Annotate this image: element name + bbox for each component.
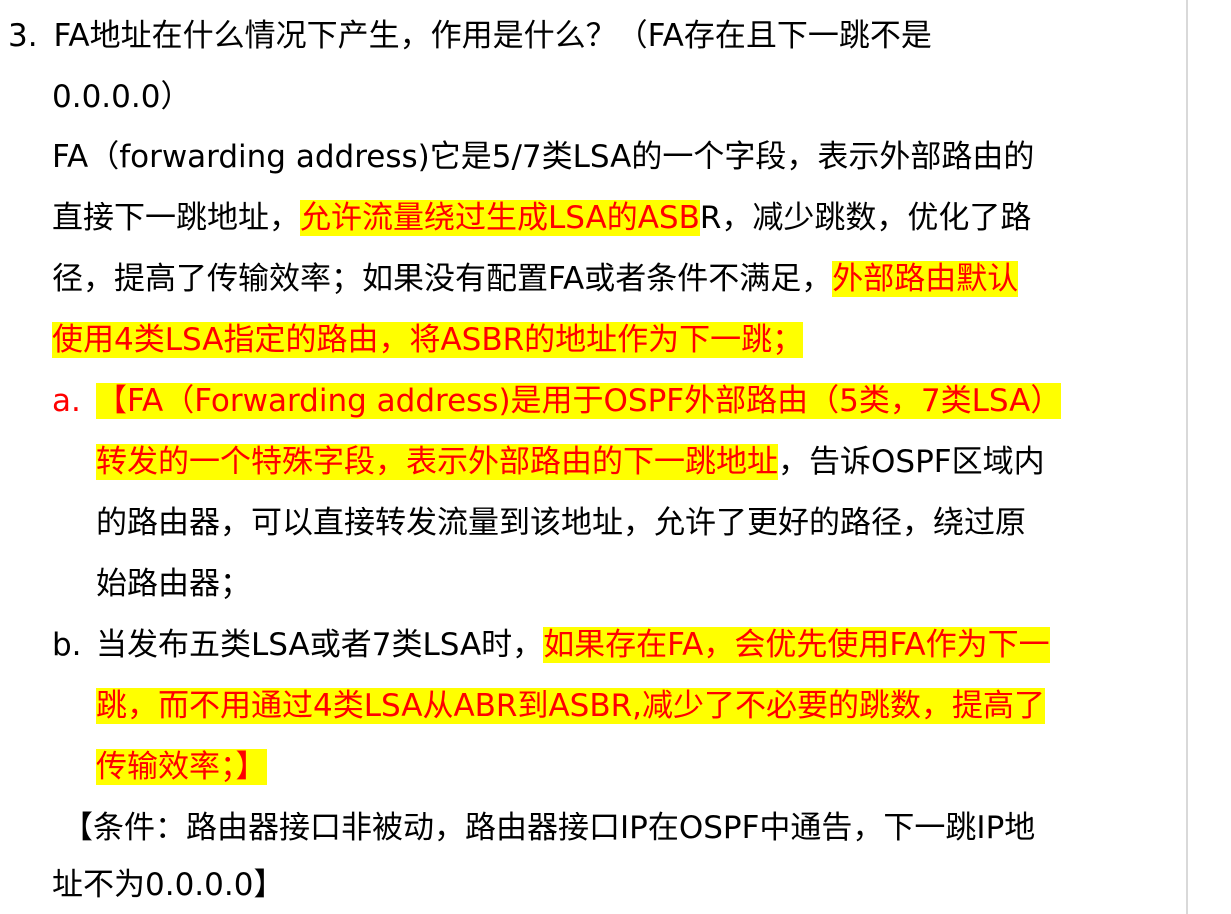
intro-line-1: FA（forwarding address)它是5/7类LSA的一个字段，表示外…: [52, 128, 1034, 186]
item-a-line-3: 的路由器，可以直接转发流量到该地址，允许了更好的路径，绕过原: [96, 494, 1026, 552]
question-number: 3.: [8, 18, 38, 54]
item-b-line-1: 当发布五类LSA或者7类LSA时，如果存在FA，会优先使用FA作为下一: [96, 616, 1050, 674]
item-b-line-2: 跳，而不用通过4类LSA从ABR到ASBR,减少了不必要的跳数，提高了: [96, 677, 1046, 735]
intro-line-3: 径，提高了传输效率；如果没有配置FA或者条件不满足，外部路由默认: [52, 250, 1019, 308]
item-b-line-3: 传输效率；】: [96, 738, 267, 796]
highlighted-text: 跳，而不用通过4类LSA从ABR到ASBR,减少了不必要的跳数，提高了: [96, 688, 1046, 724]
item-b-marker: b.: [52, 616, 82, 674]
condition-text: 【条件：路由器接口非被动，路由器接口IP在OSPF中通告，下一跳IP地: [62, 810, 1036, 846]
item-a-marker: a.: [52, 372, 81, 430]
item-text: 始路由器；: [96, 566, 251, 602]
highlighted-text: 如果存在FA，会优先使用FA作为下一: [543, 627, 1050, 663]
highlighted-text: 外部路由默认: [832, 261, 1019, 297]
item-a-line-2: 转发的一个特殊字段，表示外部路由的下一跳地址，告诉OSPF区域内: [96, 433, 1045, 491]
document-page: 3. FA地址在什么情况下产生，作用是什么？（FA存在且下一跳不是 0.0.0.…: [0, 0, 1231, 914]
highlighted-text: 允许流量绕过生成LSA的ASB: [300, 200, 700, 236]
highlighted-text: 使用4类LSA指定的路由，将ASBR的地址作为下一跳；: [52, 322, 804, 358]
question-line-2: 0.0.0.0）: [52, 68, 191, 126]
list-marker: b.: [52, 627, 82, 663]
condition-line-2: 址不为0.0.0.0】: [52, 856, 284, 914]
highlighted-text: 传输效率；】: [96, 749, 267, 785]
item-text: 当发布五类LSA或者7类LSA时，: [96, 627, 544, 663]
intro-text: 直接下一跳地址，: [52, 200, 300, 236]
intro-line-2: 直接下一跳地址，允许流量绕过生成LSA的ASBR，减少跳数，优化了路: [52, 189, 1031, 247]
item-a-line-4: 始路由器；: [96, 555, 251, 613]
question-text-cont: 0.0.0.0）: [52, 79, 192, 115]
intro-text: 径，提高了传输效率；如果没有配置FA或者条件不满足，: [52, 261, 833, 297]
highlighted-text: 【FA（Forwarding address)是用于OSPF外部路由（5类，7类…: [96, 383, 1062, 419]
condition-line-1: 【条件：路由器接口非被动，路由器接口IP在OSPF中通告，下一跳IP地: [62, 799, 1035, 857]
question-text: FA地址在什么情况下产生，作用是什么？（FA存在且下一跳不是: [53, 18, 932, 54]
list-marker: a.: [52, 383, 81, 419]
question-line-1: 3. FA地址在什么情况下产生，作用是什么？（FA存在且下一跳不是: [8, 7, 932, 65]
item-a-line-1: 【FA（Forwarding address)是用于OSPF外部路由（5类，7类…: [96, 372, 1062, 430]
page-edge-divider: [1186, 0, 1188, 914]
item-text: 的路由器，可以直接转发流量到该地址，允许了更好的路径，绕过原: [96, 505, 1026, 541]
intro-text: R，减少跳数，优化了路: [699, 200, 1032, 236]
condition-text: 址不为0.0.0.0】: [52, 867, 285, 903]
item-text: ，告诉OSPF区域内: [778, 444, 1045, 480]
intro-text: FA（forwarding address)它是5/7类LSA的一个字段，表示外…: [52, 139, 1035, 175]
intro-line-4: 使用4类LSA指定的路由，将ASBR的地址作为下一跳；: [52, 311, 804, 369]
highlighted-text: 转发的一个特殊字段，表示外部路由的下一跳地址: [96, 444, 778, 480]
